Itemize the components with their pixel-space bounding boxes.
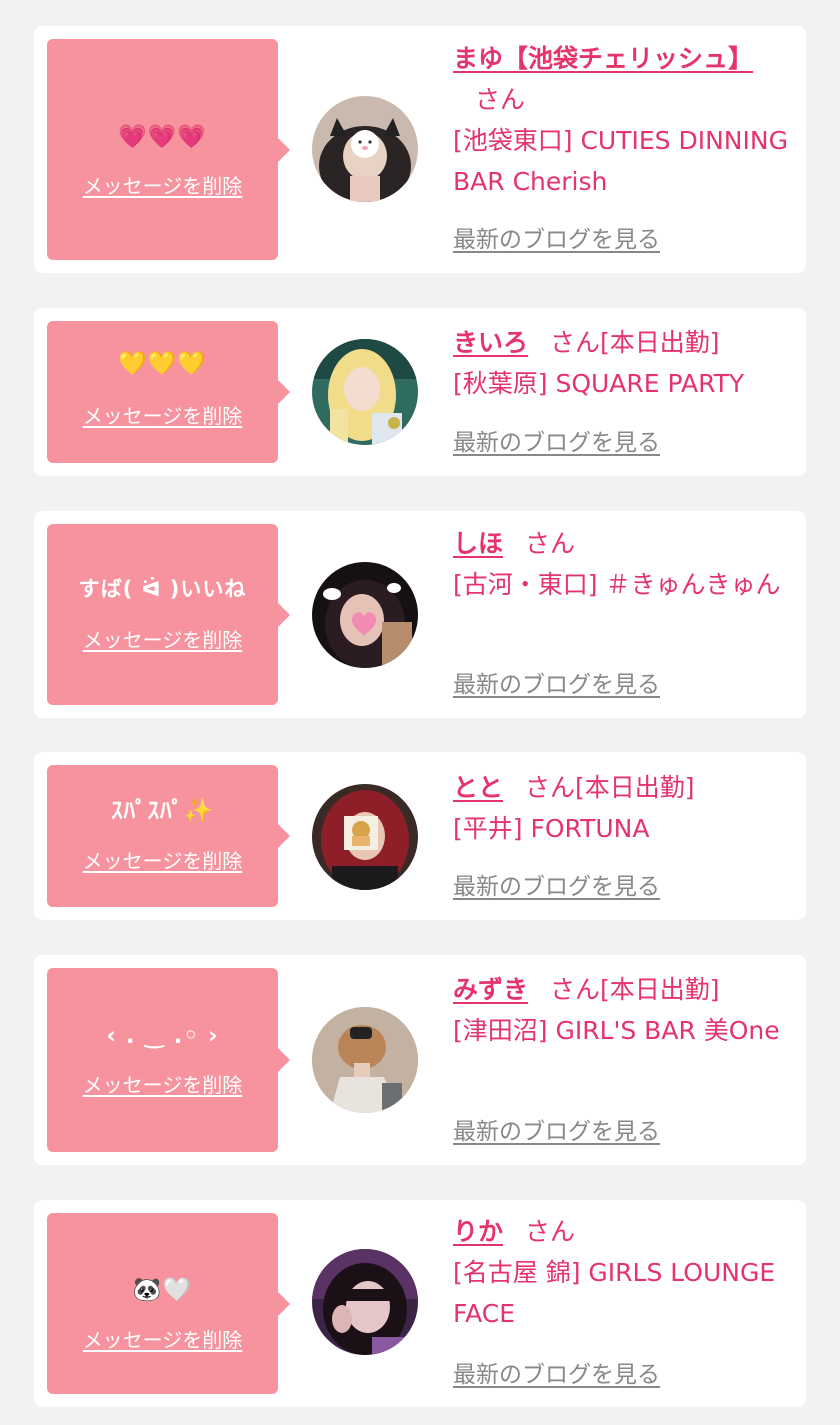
message-bubble: ｽﾊﾟｽﾊﾟ✨ メッセージを削除 [47,765,290,907]
hair-clip-back-photo-icon [312,1007,418,1113]
message-text: ｽﾊﾟｽﾊﾟ✨ [111,798,214,824]
honorific: さん [525,1217,576,1246]
latest-blog-link[interactable]: 最新のブログを見る [453,1360,660,1390]
message-card: 🐼🤍 メッセージを削除 りか さん [名古屋 錦] GIRLS LOUNGE FA… [34,1200,806,1407]
honorific: さん [525,529,576,558]
message-card: ｽﾊﾟｽﾊﾟ✨ メッセージを削除 とと さん[本日出勤] [平井] FORTUNA… [34,752,806,920]
cast-info: きいろ さん[本日出勤] [秋葉原] SQUARE PARTY [453,322,793,404]
shop-name: [古河・東口] ＃きゅんきゅん [453,570,781,599]
name-line: まゆ【池袋チェリッシュ】さん [453,38,793,120]
cast-avatar[interactable] [312,339,418,445]
latest-blog-link[interactable]: 最新のブログを見る [453,872,660,902]
delete-message-link[interactable]: メッセージを削除 [47,403,278,429]
cast-info: しほ さん [古河・東口] ＃きゅんきゅん [453,523,793,605]
delete-message-link[interactable]: メッセージを削除 [47,848,278,874]
shop-name: [名古屋 錦] GIRLS LOUNGE FACE [453,1258,776,1328]
cast-name-link[interactable]: とと [453,773,503,802]
shop-name: [平井] FORTUNA [453,814,650,843]
message-bubble: すば( ᐛ )いいね メッセージを削除 [47,524,290,705]
latest-blog-link[interactable]: 最新のブログを見る [453,428,660,458]
purple-light-girl-photo-icon [312,1249,418,1355]
shop-name: [秋葉原] SQUARE PARTY [453,369,745,398]
cast-info: まゆ【池袋チェリッシュ】さん [池袋東口] CUTIES DINNING BAR… [453,38,793,202]
delete-message-link[interactable]: メッセージを削除 [47,627,278,653]
name-line: きいろ さん[本日出勤] [453,322,793,363]
honorific: さん [525,773,576,802]
red-hair-girl-photo-icon [312,784,418,890]
cast-avatar[interactable] [312,1249,418,1355]
honorific: さん [475,85,526,114]
cast-name-link[interactable]: しほ [453,529,503,558]
latest-blog-link[interactable]: 最新のブログを見る [453,225,660,255]
message-bubble: 💗💗💗 メッセージを削除 [47,39,290,260]
blonde-girl-photo-icon [312,339,418,445]
cat-ear-girl-photo-icon [312,96,418,202]
name-line: しほ さん [453,523,793,564]
name-line: みずき さん[本日出勤] [453,969,793,1010]
cast-info: とと さん[本日出勤] [平井] FORTUNA [453,767,793,849]
cast-name-link[interactable]: まゆ【池袋チェリッシュ】 [453,44,753,73]
today-badge: [本日出勤] [600,328,720,357]
message-card: すば( ᐛ )いいね メッセージを削除 しほ さん [古河・東口] ＃きゅんきゅん… [34,511,806,718]
cast-name-link[interactable]: りか [453,1217,503,1246]
message-text: 💗💗💗 [118,124,207,150]
delete-message-link[interactable]: メッセージを削除 [47,1072,278,1098]
today-badge: [本日出勤] [575,773,695,802]
message-card: 💛💛💛 メッセージを削除 きいろ さん[本日出勤] [秋葉原] SQUARE PA… [34,308,806,476]
name-line: とと さん[本日出勤] [453,767,793,808]
message-text: 💛💛💛 [118,351,207,377]
message-text: 🐼🤍 [132,1277,193,1303]
cast-avatar[interactable] [312,562,418,668]
cast-avatar[interactable] [312,96,418,202]
delete-message-link[interactable]: メッセージを削除 [47,173,278,199]
cast-avatar[interactable] [312,1007,418,1113]
shop-name: [池袋東口] CUTIES DINNING BAR Cherish [453,126,788,196]
message-card: 💗💗💗 メッセージを削除 まゆ【池袋チェリッシュ】さん [池袋東口] CUTIE… [34,26,806,273]
message-bubble: 🐼🤍 メッセージを削除 [47,1213,290,1394]
today-badge: [本日出勤] [600,975,720,1004]
name-line: りか さん [453,1211,793,1252]
honorific: さん [550,328,601,357]
message-text: ‹ . ‿ .◦ › [106,1023,219,1049]
heart-face-girl-photo-icon [312,562,418,668]
cast-info: みずき さん[本日出勤] [津田沼] GIRL'S BAR 美One [453,969,793,1051]
honorific: さん [550,975,601,1004]
cast-info: りか さん [名古屋 錦] GIRLS LOUNGE FACE [453,1211,793,1334]
shop-name: [津田沼] GIRL'S BAR 美One [453,1016,780,1045]
message-bubble: 💛💛💛 メッセージを削除 [47,321,290,463]
cast-avatar[interactable] [312,784,418,890]
latest-blog-link[interactable]: 最新のブログを見る [453,1117,660,1147]
message-bubble: ‹ . ‿ .◦ › メッセージを削除 [47,968,290,1152]
latest-blog-link[interactable]: 最新のブログを見る [453,670,660,700]
cast-name-link[interactable]: みずき [453,975,528,1004]
delete-message-link[interactable]: メッセージを削除 [47,1327,278,1353]
cast-name-link[interactable]: きいろ [453,328,528,357]
message-card: ‹ . ‿ .◦ › メッセージを削除 みずき さん[本日出勤] [津田沼] GI… [34,955,806,1165]
message-text: すば( ᐛ )いいね [78,577,247,601]
